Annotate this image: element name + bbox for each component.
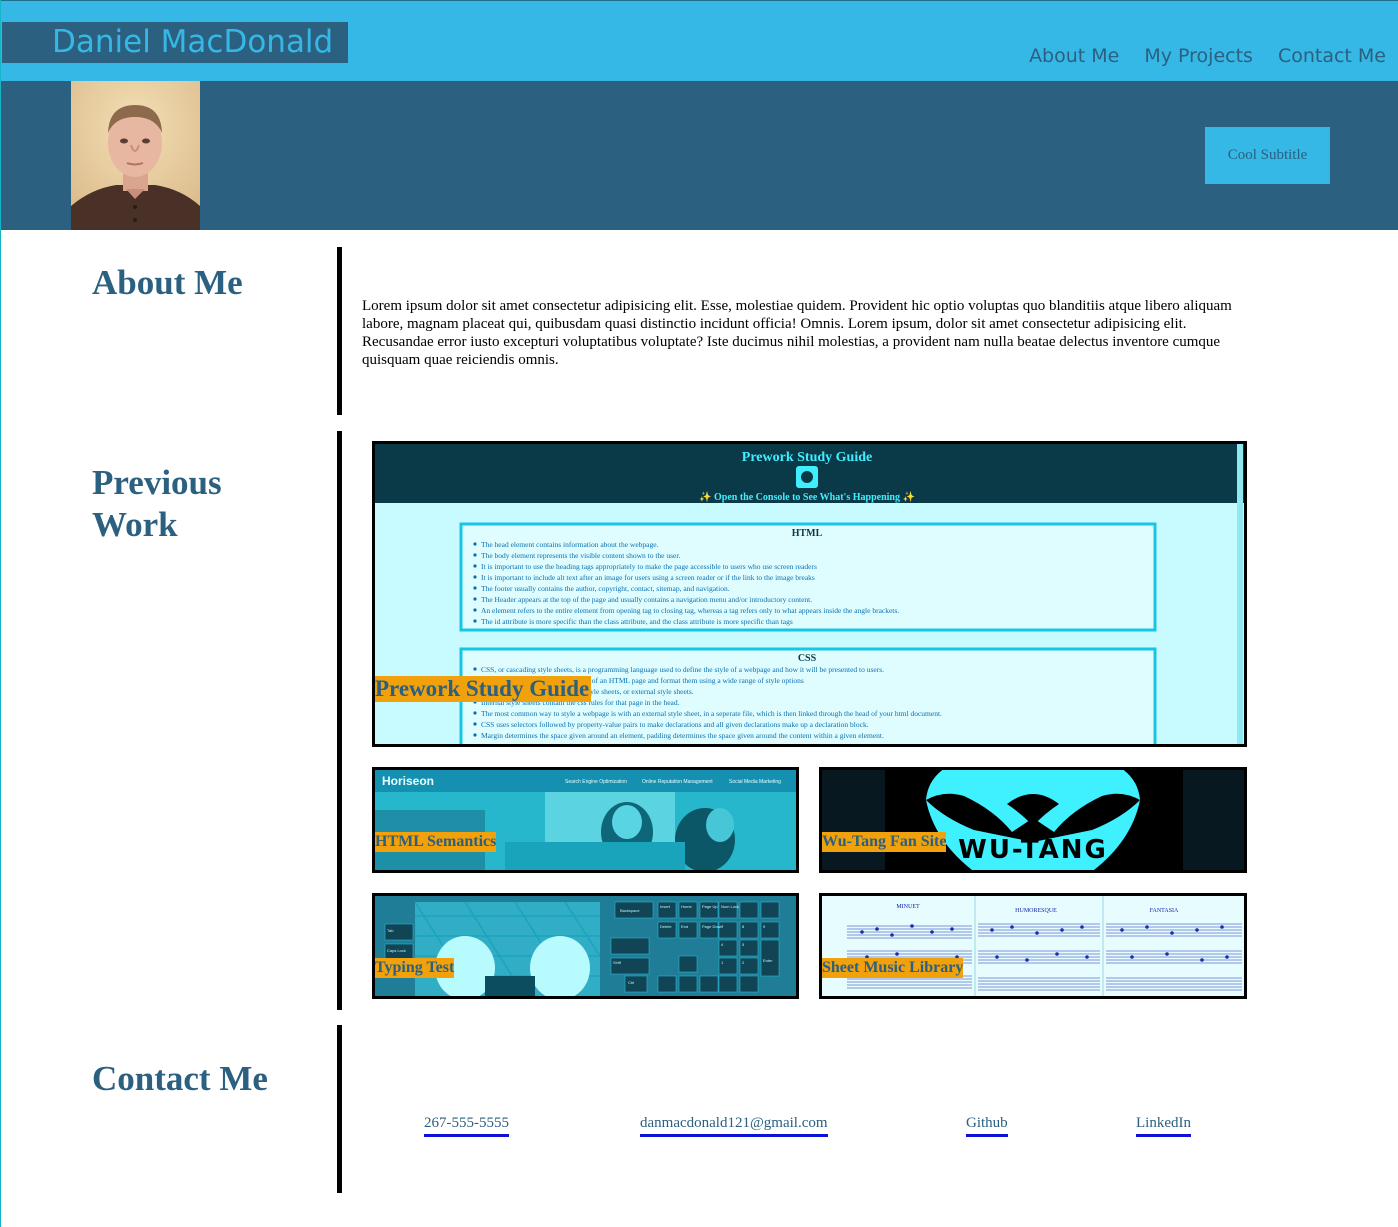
- project-label-wu-tang[interactable]: Wu-Tang Fan Site: [822, 832, 947, 852]
- prework-css-item: CSS uses selectors followed by property-…: [481, 720, 869, 729]
- typing-key-label: Tab: [387, 928, 394, 933]
- typing-key-label: Page Up: [702, 904, 718, 909]
- prework-html-item: The Header appears at the top of the pag…: [481, 595, 812, 604]
- horiseon-menu-item: Online Reputation Management: [642, 779, 713, 785]
- sheet-title: FANTASIA: [1150, 908, 1179, 914]
- typing-key-label: Backspace: [620, 908, 640, 913]
- typing-key-label: Home: [681, 904, 692, 909]
- typing-key-label: Shift: [613, 960, 622, 965]
- project-card-typing-test[interactable]: Backspace Insert Home Page Up Num Lock D…: [372, 893, 799, 999]
- contact-divider: [337, 1025, 342, 1193]
- prework-css-item: Margin determines the space given around…: [481, 731, 884, 740]
- project-card-html-semantics[interactable]: Horiseon Search Engine Optimization Onli…: [372, 767, 799, 873]
- about-title: About Me: [92, 263, 243, 302]
- nav-about-link[interactable]: About Me: [1029, 43, 1119, 69]
- nav-contact-link[interactable]: Contact Me: [1278, 43, 1386, 69]
- project-preview-sheet-music: MINUET HUMORESQUE FANTASIA: [822, 896, 1244, 996]
- subtitle-badge: Cool Subtitle: [1205, 127, 1330, 184]
- main-nav: About Me My Projects Contact Me: [1029, 43, 1386, 69]
- sheet-title: MINUET: [896, 904, 920, 910]
- about-text: Lorem ipsum dolor sit amet consectetur a…: [362, 298, 1232, 368]
- sheet-title: HUMORESQUE: [1015, 908, 1057, 914]
- prework-html-item: The id attribute is more specific than t…: [481, 617, 793, 626]
- work-divider: [337, 431, 342, 1010]
- nav-projects-link[interactable]: My Projects: [1144, 43, 1253, 69]
- prework-html-item: It is important to include alt text afte…: [481, 573, 815, 582]
- prework-console-note: ✨ Open the Console to See What's Happeni…: [699, 491, 915, 503]
- project-card-wu-tang[interactable]: WU-TANG Wu-Tang Fan Site: [819, 767, 1247, 873]
- prework-css-heading: CSS: [798, 653, 817, 664]
- horiseon-menu-item: Search Engine Optimization: [565, 779, 627, 785]
- prework-html-item: The head element contains information ab…: [481, 540, 659, 549]
- typing-key-label: Page Down: [702, 924, 723, 929]
- typing-key-label: End: [681, 924, 688, 929]
- typing-key-label: Insert: [660, 904, 671, 909]
- project-card-prework[interactable]: Prework Study Guide ✨ Open the Console t…: [372, 441, 1247, 747]
- prework-html-item: The body element represents the visible …: [481, 551, 680, 560]
- typing-key-label: Delete: [660, 924, 672, 929]
- work-title: Previous Work: [92, 463, 222, 544]
- project-label-sheet-music[interactable]: Sheet Music Library: [822, 958, 964, 978]
- project-preview-horiseon: Horiseon Search Engine Optimization Onli…: [375, 770, 796, 870]
- prework-css-item: The most common way to style a webpage i…: [481, 709, 942, 718]
- prework-html-heading: HTML: [792, 528, 823, 539]
- wutang-logo-text: WU-TANG: [958, 835, 1108, 865]
- project-label-html-semantics[interactable]: HTML Semantics: [375, 832, 497, 852]
- project-label-prework[interactable]: Prework Study Guide: [375, 676, 592, 702]
- phone-link[interactable]: 267-555-5555: [424, 1114, 509, 1137]
- horiseon-menu-item: Social Media Marketing: [729, 779, 781, 785]
- hero-banner: Cool Subtitle: [1, 81, 1398, 230]
- avatar: [71, 81, 200, 230]
- github-link[interactable]: Github: [966, 1114, 1008, 1137]
- typing-key-label: Num Lock: [721, 904, 739, 909]
- horiseon-brand: Horiseon: [382, 774, 434, 788]
- site-name: Daniel MacDonald: [2, 22, 348, 63]
- project-preview-wutang: WU-TANG: [822, 770, 1244, 870]
- prework-css-item: CSS, or cascading style sheets, is a pro…: [481, 665, 884, 674]
- about-divider: [337, 247, 342, 415]
- typing-key-label: Enter: [763, 958, 773, 963]
- typing-key-label: Caps Lock: [387, 948, 406, 953]
- site-header: Daniel MacDonald About Me My Projects Co…: [1, 1, 1398, 81]
- prework-heading: Prework Study Guide: [742, 450, 872, 465]
- project-label-typing-test[interactable]: Typing Test: [375, 958, 455, 978]
- prework-html-item: It is important to use the heading tags …: [481, 562, 817, 571]
- contact-title: Contact Me: [92, 1059, 268, 1098]
- linkedin-link[interactable]: LinkedIn: [1136, 1114, 1191, 1137]
- prework-html-item: The footer usually contains the author, …: [481, 584, 730, 593]
- email-link[interactable]: danmacdonald121@gmail.com: [640, 1114, 828, 1137]
- typing-key-label: Ctrl: [628, 980, 634, 985]
- prework-html-item: An element refers to the entire element …: [481, 606, 899, 615]
- project-card-sheet-music[interactable]: MINUET HUMORESQUE FANTASIA Sheet Music L…: [819, 893, 1247, 999]
- project-preview-typing: Backspace Insert Home Page Up Num Lock D…: [375, 896, 796, 996]
